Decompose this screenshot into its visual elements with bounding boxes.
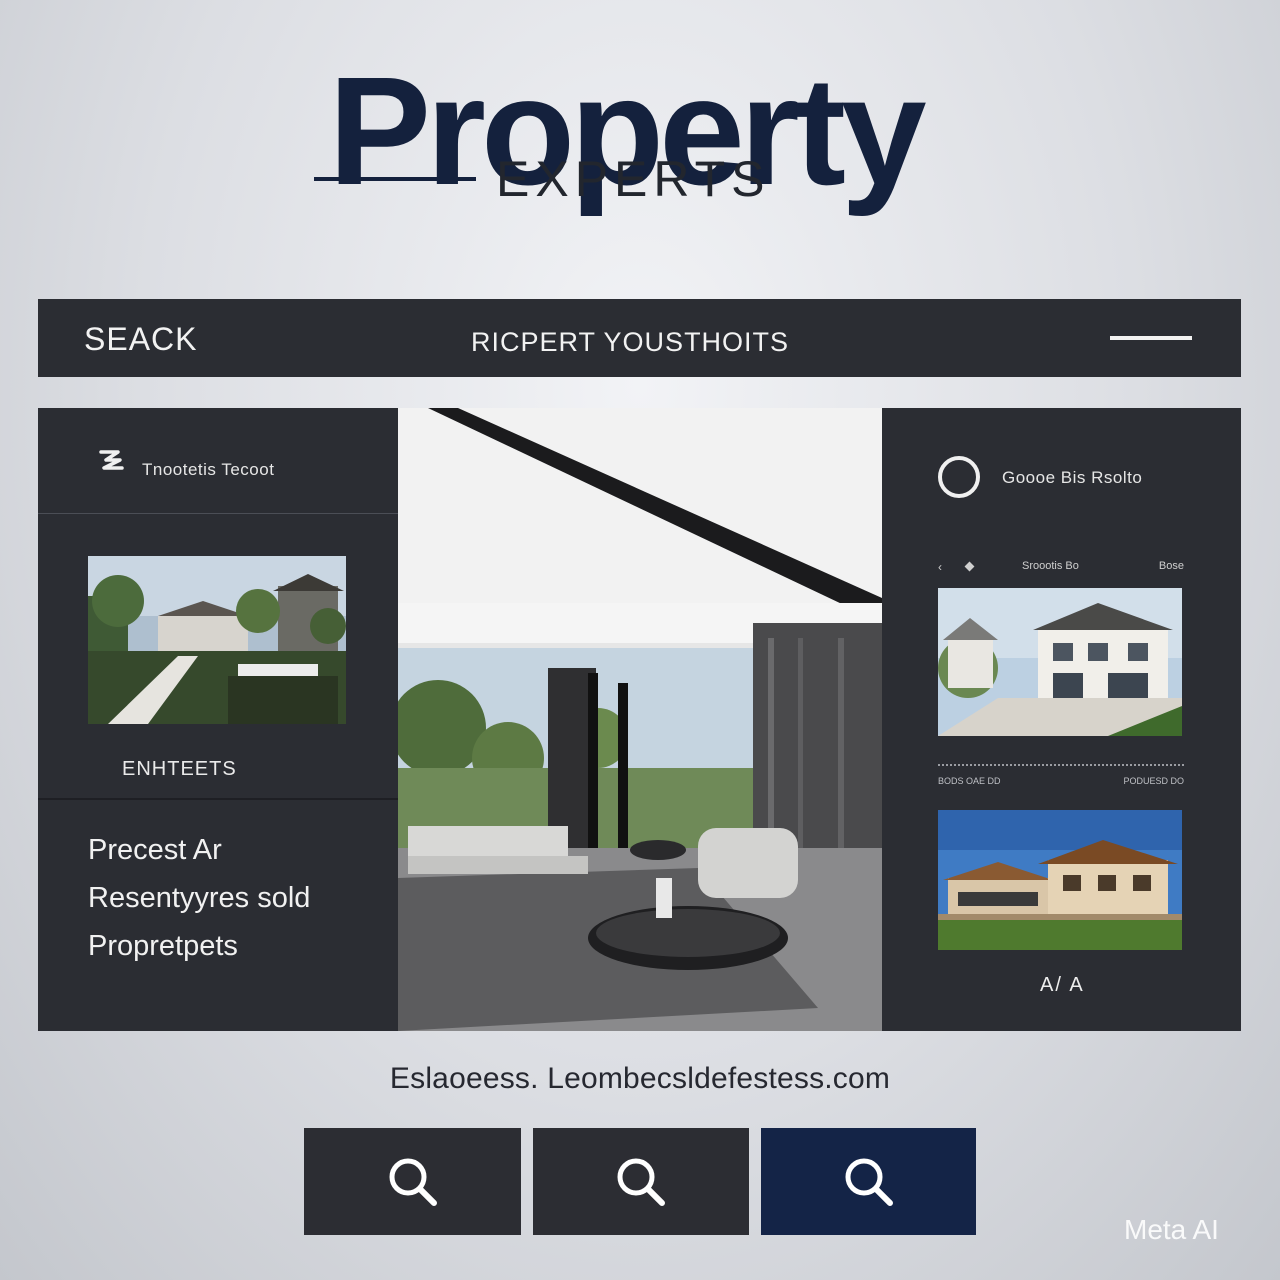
left-panel-text: Precest Ar Resentyyres sold Propretpets <box>88 826 310 970</box>
left-line-1: Precest Ar <box>88 834 222 866</box>
left-line-3: Propretpets <box>88 930 238 962</box>
search-icon <box>845 1158 893 1206</box>
brand-subtitle-row: EXPERTS <box>314 150 834 210</box>
villa-photo[interactable] <box>938 588 1182 736</box>
menu-line-icon[interactable] <box>1110 336 1192 340</box>
gallery-title: Sroootis Bo <box>1022 560 1079 572</box>
brand-subtitle: EXPERTS <box>496 151 771 207</box>
garden-property-photo[interactable] <box>88 556 346 724</box>
brand-mark: A/ A <box>1040 974 1085 996</box>
search-tagline: RICPERT YOUSTHOITS <box>471 327 790 357</box>
search-button-1[interactable] <box>304 1128 521 1235</box>
listing-label: ENHTEETS <box>122 758 237 780</box>
brand-rule-divider <box>314 177 476 181</box>
watermark-text: Meta AI <box>1124 1214 1219 1245</box>
meta-divider <box>938 764 1184 766</box>
search-bar[interactable]: SEACK RICPERT YOUSTHOITS <box>38 299 1241 377</box>
featured-interior-photo[interactable] <box>398 408 882 1031</box>
left-panel-header: Tnootetis Tecoot <box>38 408 398 514</box>
right-panel: Goooe Bis Rsolto ‹ Sroootis Bo Bose BODS… <box>882 408 1241 1031</box>
dot-icon <box>964 561 975 572</box>
gallery-nav: ‹ Sroootis Bo Bose <box>938 558 1184 578</box>
left-listing-card[interactable]: ENHTEETS <box>38 514 398 800</box>
left-panel-title: Tnootetis Tecoot <box>142 460 275 479</box>
chevron-left-icon[interactable]: ‹ <box>938 560 942 574</box>
footer-url[interactable]: Eslaoeess. Leombecsldefestess.com <box>0 1062 1280 1096</box>
meta-right: PODUESD DO <box>1123 776 1184 786</box>
search-button-2[interactable] <box>533 1128 749 1235</box>
meta-left: BODS OAE DD <box>938 776 1001 786</box>
gallery-more[interactable]: Bose <box>1159 560 1184 572</box>
living-room-illustration <box>398 408 882 1031</box>
search-icon <box>617 1158 665 1206</box>
search-icon <box>389 1158 437 1206</box>
ring-icon <box>938 456 980 498</box>
listing-meta: BODS OAE DD PODUESD DO <box>938 764 1184 790</box>
logo-mark-icon <box>99 450 124 470</box>
search-button-3[interactable] <box>761 1128 976 1235</box>
right-panel-title: Goooe Bis Rsolto <box>1002 468 1143 487</box>
left-line-2: Resentyyres sold <box>88 882 311 914</box>
modern-house-photo[interactable] <box>938 810 1182 950</box>
search-label[interactable]: SEACK <box>84 321 197 358</box>
left-panel: Tnootetis Tecoot ENHTEETS Precest Ar Res… <box>38 408 398 1031</box>
